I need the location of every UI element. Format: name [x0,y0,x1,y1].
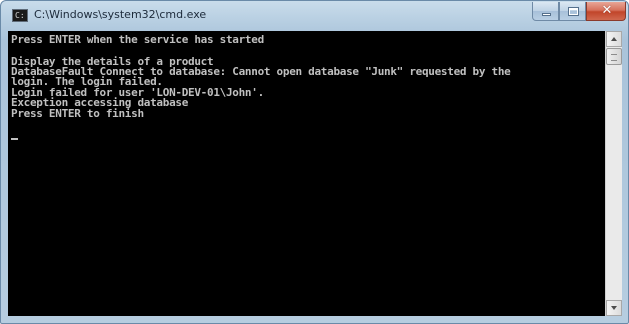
console-output[interactable]: Press ENTER when the service has started… [8,31,605,316]
console-line: Press ENTER when the service has started [11,33,264,46]
window-title: C:\Windows\system32\cmd.exe [34,8,207,21]
minimize-button[interactable] [532,2,559,21]
scroll-up-arrow-icon[interactable] [606,31,622,47]
console-icon[interactable]: C: [12,9,28,22]
scroll-down-arrow-icon[interactable] [606,300,622,316]
close-icon: ✕ [601,3,613,18]
maximize-icon [568,7,579,16]
text-cursor [11,138,18,140]
minimize-icon [542,13,551,16]
console-window: C: C:\Windows\system32\cmd.exe ✕ Press E… [0,0,629,324]
scroll-thumb[interactable] [606,48,622,65]
close-button[interactable]: ✕ [586,2,626,21]
console-line: Press ENTER to finish [11,107,144,120]
vertical-scrollbar[interactable] [605,31,622,316]
window-bottom-frame [1,316,628,323]
maximize-button[interactable] [559,2,586,21]
title-bar[interactable]: C: C:\Windows\system32\cmd.exe ✕ [1,1,628,31]
console-icon-glyph: C: [15,11,25,20]
